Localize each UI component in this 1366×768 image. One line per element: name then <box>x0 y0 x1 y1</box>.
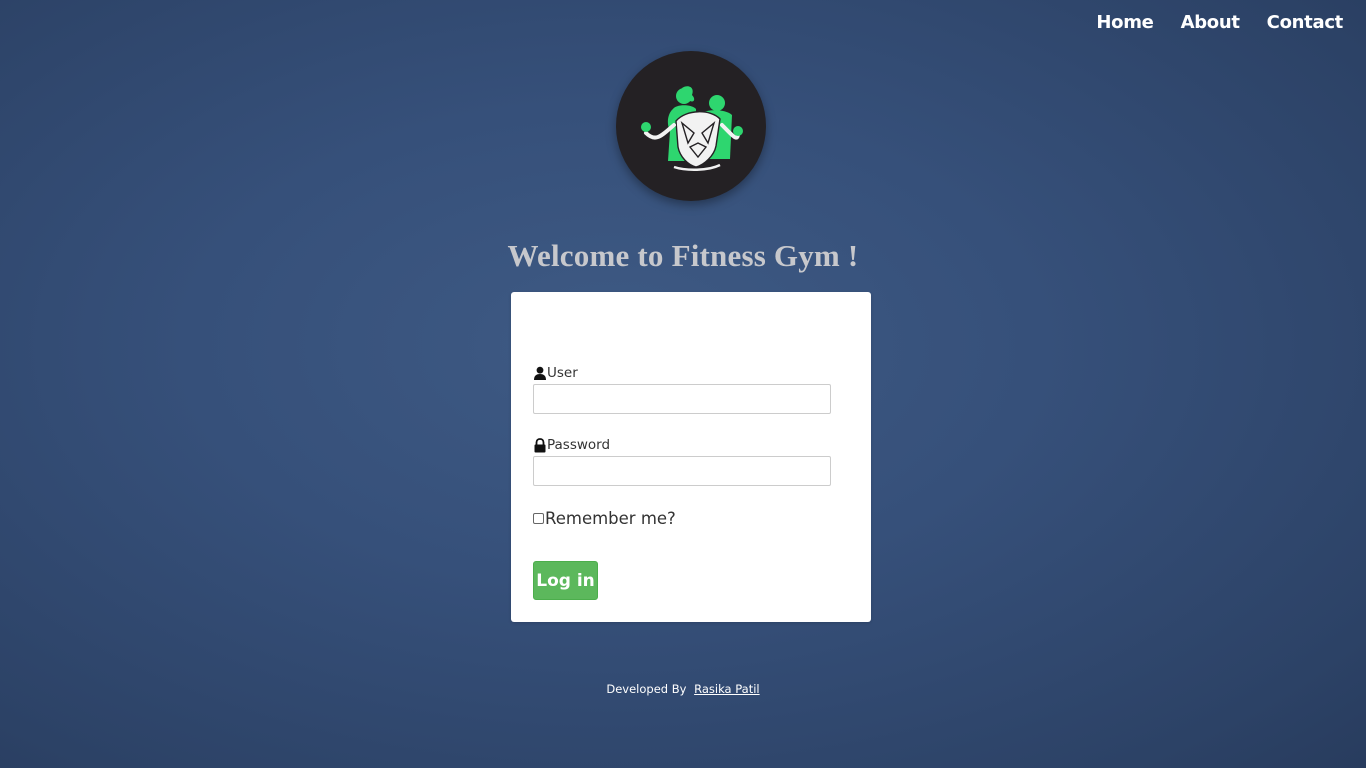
footer: Developed By Rasika Patil <box>0 682 1366 696</box>
password-label: Password <box>533 437 610 453</box>
nav-about-link[interactable]: About <box>1181 10 1240 35</box>
fitness-couple-logo-icon <box>641 86 743 171</box>
user-icon <box>533 366 547 381</box>
page-title: Welcome to Fitness Gym ! <box>507 238 859 273</box>
gym-logo <box>616 51 766 201</box>
nav-contact-link[interactable]: Contact <box>1267 10 1344 35</box>
user-input[interactable] <box>533 384 831 414</box>
remember-me-checkbox[interactable] <box>533 513 544 524</box>
lock-icon <box>533 437 547 453</box>
top-nav: Home About Contact <box>1069 10 1343 35</box>
footer-author-link[interactable]: Rasika Patil <box>694 682 760 696</box>
password-label-text: Password <box>547 437 611 453</box>
user-label-text: User <box>547 365 578 381</box>
nav-home-link[interactable]: Home <box>1096 10 1154 35</box>
password-input[interactable] <box>533 456 831 486</box>
login-card: User Password Remember me? Log in <box>511 292 871 622</box>
user-label: User <box>533 365 578 381</box>
remember-me-label: Remember me? <box>545 509 676 528</box>
footer-developed-by: Developed By <box>606 682 687 696</box>
remember-me-row: Remember me? <box>533 509 676 528</box>
login-button[interactable]: Log in <box>533 561 598 600</box>
